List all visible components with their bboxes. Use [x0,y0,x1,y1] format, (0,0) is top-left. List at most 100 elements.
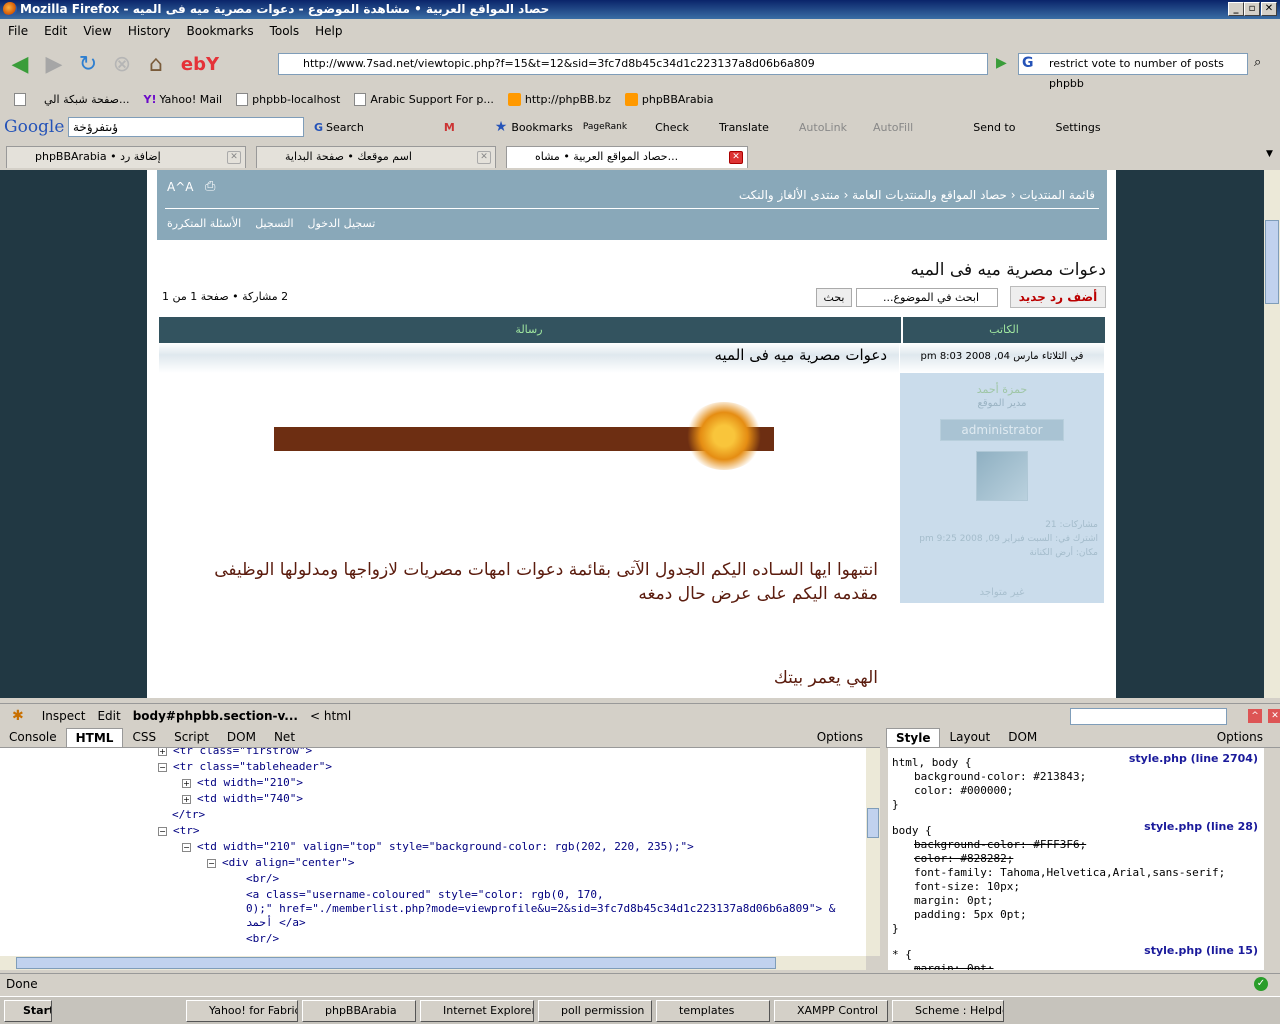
close-window-button[interactable]: ✕ [1261,2,1277,16]
browser-tab[interactable]: phpBBArabia • إضافة رد ✕ [6,146,246,168]
faq-link[interactable]: الأسئلة المتكررة [167,217,241,230]
taskbar-item[interactable]: Internet Explorer [420,999,534,1022]
menu-view[interactable]: View [75,24,119,38]
tab-layout[interactable]: Layout [940,728,999,746]
html-panel-hscrollbar[interactable] [0,956,866,970]
tab-close-icon[interactable]: ✕ [729,151,743,164]
css-property-overridden[interactable]: margin: 0pt; [914,962,993,970]
menu-edit[interactable]: Edit [36,24,75,38]
firebug-icon[interactable]: ✱ [12,708,24,724]
side-options-menu[interactable]: Options [1208,728,1272,746]
html-node[interactable]: <td width="740"> [197,792,303,805]
css-property[interactable]: margin: 0pt; [914,894,993,907]
post-reply-button[interactable]: أضف رد جديد [1010,286,1106,308]
bookmark-item[interactable]: phpbb-localhost [236,92,340,106]
settings-button[interactable]: Settings [1055,121,1100,134]
html-node[interactable]: <tr> [173,824,200,837]
reload-icon[interactable]: ↻ [74,50,102,78]
go-icon[interactable]: ▶ [996,55,1007,71]
page-scrollbar[interactable] [1264,170,1280,698]
autolink-button[interactable]: AutoLink [799,121,847,134]
tab-list-icon[interactable]: ▼ [1266,149,1273,159]
tab-script[interactable]: Script [165,728,218,746]
html-node[interactable]: <a class="username-coloured" style="colo… [246,888,604,901]
google-search-input[interactable]: ؤىتفرؤخة [68,117,304,137]
css-property-overridden[interactable]: background-color: #FFF3F6; [914,838,1086,851]
css-selector[interactable]: html, body { [892,756,971,769]
firebug-search-input[interactable] [1070,708,1227,725]
bookmark-item[interactable]: صفحة شبكة الي... [14,92,129,106]
web-search-input[interactable]: restrict vote to number of posts phpbb [1018,53,1248,90]
menu-history[interactable]: History [120,24,179,38]
spellcheck-button[interactable]: Check [655,121,689,134]
expand-icon[interactable]: + [158,748,167,756]
author-username[interactable]: حمزة أحمد [900,383,1104,396]
tab-close-icon[interactable]: ✕ [477,151,491,164]
html-node[interactable]: <br/> [246,932,279,945]
tab-style[interactable]: Style [886,727,941,747]
collapse-icon[interactable]: − [158,826,167,836]
html-panel-scrollbar[interactable] [866,748,880,956]
bookmark-item[interactable]: Y! Yahoo! Mail [143,93,222,106]
start-button[interactable]: Start [4,999,52,1022]
detach-icon[interactable]: ^ [1248,709,1262,723]
register-link[interactable]: التسجيل [255,217,293,230]
css-property-overridden[interactable]: color: #828282; [914,852,1013,865]
html-node[interactable]: </tr> [172,808,205,821]
css-property[interactable]: color: #000000; [914,784,1013,797]
autofill-button[interactable]: AutoFill [873,121,913,134]
element-path-parent[interactable]: < html [310,709,351,723]
css-property[interactable]: font-family: Tahoma,Helvetica,Arial,sans… [914,866,1225,879]
topic-title[interactable]: دعوات مصرية ميه فى الميه [910,260,1106,280]
css-property[interactable]: font-size: 10px; [914,880,1020,893]
url-input[interactable]: http://www.7sad.net/viewtopic.php?f=15&t… [278,53,988,75]
taskbar-item[interactable]: Scheme : Helpdesk [892,999,1004,1022]
tab-side-dom[interactable]: DOM [999,728,1046,746]
print-icon[interactable]: ⎙ [205,179,215,194]
breadcrumb[interactable]: قائمة المنتديات ‹ حصاد المواقع والمنتديا… [739,188,1095,202]
tab-net[interactable]: Net [265,728,304,746]
scroll-thumb[interactable] [16,957,776,969]
minimize-button[interactable]: _ [1228,2,1244,16]
tab-html[interactable]: HTML [65,727,124,747]
html-node[interactable]: <td width="210"> [197,776,303,789]
css-selector[interactable]: * { [892,948,912,961]
bookmarks-star-icon[interactable]: ★ [495,119,508,135]
topic-search-button[interactable]: بحث [816,288,852,307]
menu-bookmarks[interactable]: Bookmarks [179,24,262,38]
css-source-link[interactable]: style.php (line 28) [1144,820,1258,833]
scroll-thumb[interactable] [1265,220,1279,304]
collapse-icon[interactable]: − [182,842,191,852]
collapse-icon[interactable]: − [158,762,167,772]
send-to-button[interactable]: Send to [973,121,1015,134]
element-path[interactable]: body#phpbb.section-v... [133,709,298,723]
html-node[interactable]: <tr class="firstrow"> [173,748,312,757]
google-bookmarks-button[interactable]: Bookmarks [511,121,572,134]
taskbar-item[interactable]: poll permission [538,999,652,1022]
home-icon[interactable]: ⌂ [142,50,170,78]
check-icon[interactable]: ✓ [1254,977,1268,991]
tab-close-icon[interactable]: ✕ [227,151,241,164]
menu-help[interactable]: Help [307,24,350,38]
expand-icon[interactable]: + [182,794,191,804]
ebay-icon[interactable]: ebY [176,50,224,78]
tab-dom[interactable]: DOM [218,728,265,746]
css-property[interactable]: background-color: #213843; [914,770,1086,783]
bookmark-item[interactable]: http://phpBB.bz [507,92,611,106]
topic-search-input[interactable]: ابحث في الموضوع... [856,288,998,307]
taskbar-item[interactable]: XAMPP Control [774,999,888,1022]
edit-button[interactable]: Edit [97,709,120,723]
taskbar-item[interactable]: templates [656,999,770,1022]
html-node[interactable]: <td width="210" valign="top" style="back… [197,840,694,853]
css-source-link[interactable]: style.php (line 15) [1144,944,1258,957]
font-size-icon[interactable]: A^A [167,180,193,194]
forward-icon[interactable]: ▶ [40,50,68,78]
menu-file[interactable]: File [0,24,36,38]
html-node[interactable]: <br/> [246,872,279,885]
taskbar-item[interactable]: Yahoo! for Fabric... [186,999,298,1022]
search-icon[interactable]: ⌕ [1254,55,1261,70]
html-node[interactable]: أحمد </a> [246,916,306,929]
google-search-engine-icon[interactable]: G [1022,55,1034,71]
browser-tab[interactable]: اسم موقعك • صفحة البداية ✕ [256,146,496,168]
html-node[interactable]: <div align="center"> [222,856,354,869]
